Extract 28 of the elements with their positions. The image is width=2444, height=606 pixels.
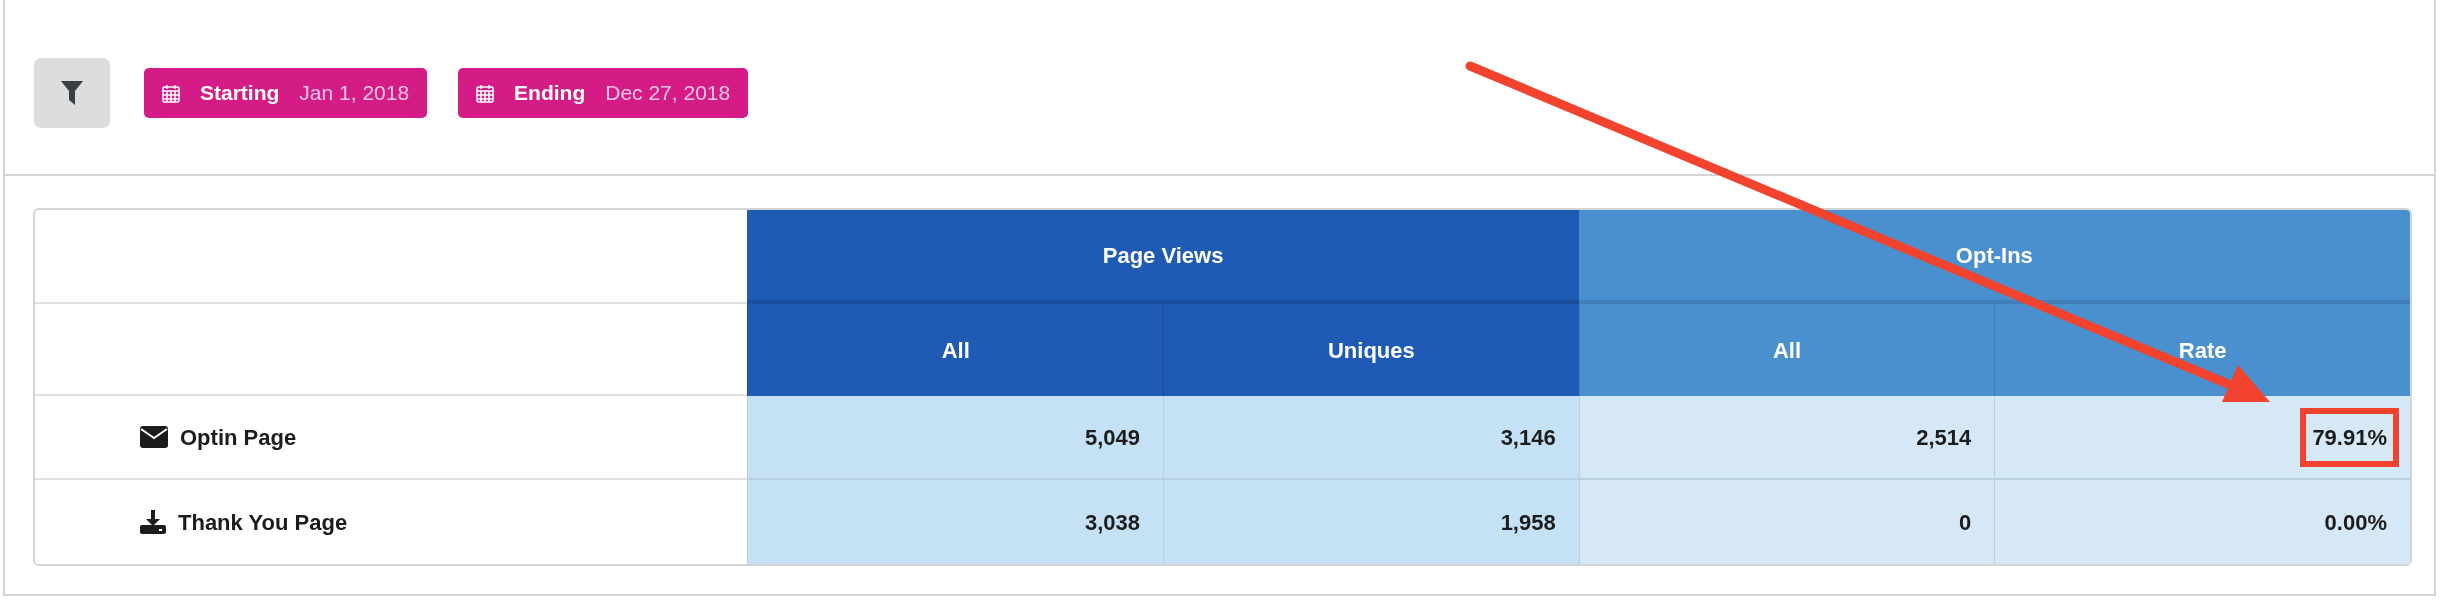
- column-group-header: Page Views: [747, 210, 1579, 304]
- download-icon: [140, 510, 166, 534]
- column-header: Rate: [1994, 304, 2410, 396]
- row-label: Thank You Page: [178, 508, 348, 537]
- filter-button[interactable]: [34, 58, 110, 128]
- date-filter-button[interactable]: Starting Jan 1, 2018: [144, 68, 428, 118]
- cell-value: 1,958: [1499, 508, 1557, 537]
- column-header: All: [747, 304, 1164, 396]
- date-filter-value: Jan 1, 2018: [299, 80, 410, 107]
- cell-value: 3,146: [1499, 423, 1557, 452]
- date-filter-label: Ending: [514, 80, 586, 107]
- cell-value: 3,038: [1084, 508, 1142, 537]
- cell-value: 0: [1958, 508, 1973, 537]
- date-filter-button[interactable]: Ending Dec 27, 2018: [458, 68, 749, 118]
- date-filter-value: Dec 27, 2018: [605, 80, 731, 107]
- column-header: All: [1578, 304, 1995, 396]
- date-filter-label: Starting: [200, 80, 280, 107]
- cell-value: 5,049: [1084, 423, 1142, 452]
- cell-value: 2,514: [1915, 423, 1973, 452]
- cell-value: 0.00%: [2323, 508, 2388, 537]
- envelope-icon: [140, 426, 168, 448]
- calendar-icon: [162, 83, 180, 103]
- column-header: Uniques: [1163, 304, 1579, 396]
- column-group-header: Opt-Ins: [1578, 210, 2410, 304]
- calendar-icon: [476, 83, 495, 103]
- cell-value: 79.91%: [2303, 410, 2396, 464]
- filter-icon: [61, 81, 83, 105]
- row-label: Optin Page: [180, 423, 297, 452]
